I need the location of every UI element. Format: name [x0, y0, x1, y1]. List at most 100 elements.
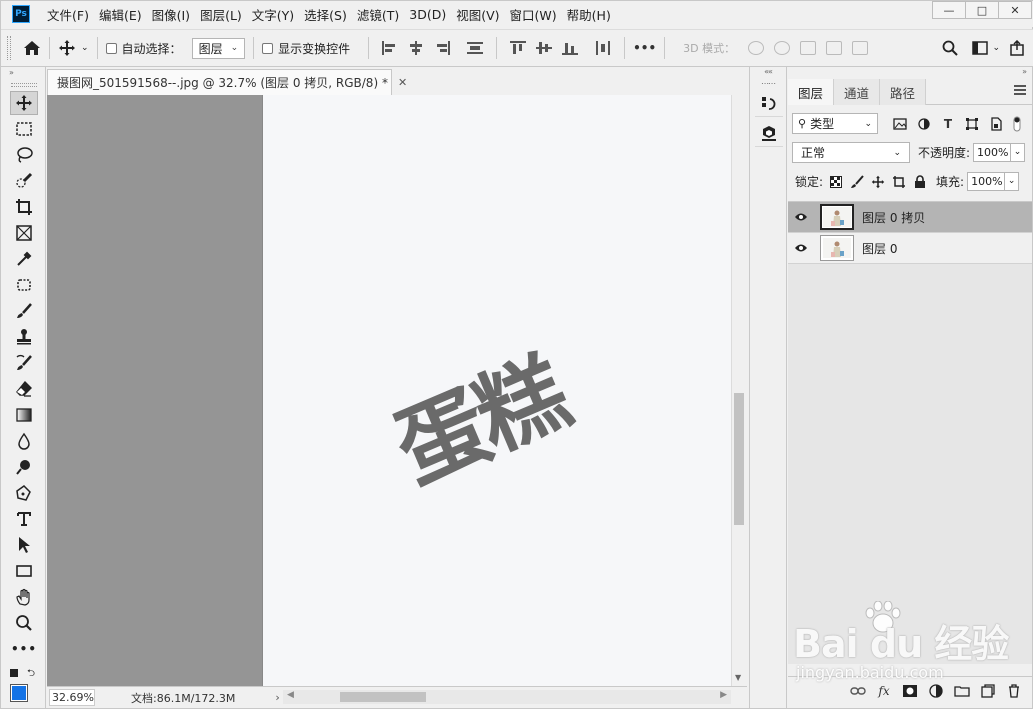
- menu-layer[interactable]: 图层(L): [195, 5, 247, 24]
- close-button[interactable]: ✕: [998, 1, 1032, 19]
- crop-tool[interactable]: [10, 195, 38, 219]
- layer-filter-dropdown[interactable]: ⚲ 类型 ⌄: [792, 113, 878, 134]
- marquee-tool[interactable]: [10, 117, 38, 141]
- layer-thumbnail[interactable]: [820, 235, 854, 261]
- mask-icon[interactable]: [902, 683, 918, 699]
- type-tool[interactable]: [10, 507, 38, 531]
- menu-view[interactable]: 视图(V): [451, 5, 504, 24]
- frame-tool[interactable]: [10, 221, 38, 245]
- toolbar-grip[interactable]: [11, 83, 37, 87]
- 3d-panel-icon[interactable]: [755, 121, 783, 147]
- menu-edit[interactable]: 编辑(E): [94, 5, 147, 24]
- toolbar-collapse-icon[interactable]: »: [1, 67, 45, 81]
- minimize-button[interactable]: —: [932, 1, 966, 19]
- zoom-level-field[interactable]: 32.69%: [49, 689, 95, 706]
- dock-collapse-icon[interactable]: ««: [750, 67, 786, 79]
- blend-mode-dropdown[interactable]: 正常 ⌄: [792, 142, 910, 163]
- horizontal-scrollbar[interactable]: ◀ ▶: [283, 690, 731, 704]
- default-colors-icon[interactable]: [10, 669, 18, 677]
- opacity-input[interactable]: 100%: [973, 143, 1012, 162]
- 3d-camera-icon[interactable]: [852, 41, 869, 55]
- menu-select[interactable]: 选择(S): [299, 5, 352, 24]
- scroll-left-icon[interactable]: ◀: [287, 690, 294, 700]
- align-right-icon[interactable]: [434, 41, 451, 55]
- distribute-icon[interactable]: [467, 41, 484, 55]
- show-transform-checkbox[interactable]: [262, 42, 274, 54]
- brush-tool[interactable]: [10, 299, 38, 323]
- menu-image[interactable]: 图像(I): [147, 5, 195, 24]
- fx-icon[interactable]: fx: [876, 683, 892, 699]
- align-bottom-icon[interactable]: [562, 41, 579, 55]
- layer-thumbnail[interactable]: [820, 204, 854, 230]
- menu-window[interactable]: 窗口(W): [505, 5, 562, 24]
- tab-channels[interactable]: 通道: [834, 79, 881, 105]
- lock-position-icon[interactable]: [870, 174, 886, 190]
- lock-transparent-icon[interactable]: [828, 174, 844, 190]
- menu-file[interactable]: 文件(F): [42, 5, 94, 24]
- dock-grip[interactable]: ⋯⋯: [750, 79, 786, 88]
- layer-row[interactable]: 图层 0 拷贝: [788, 202, 1032, 233]
- 3d-slide-icon[interactable]: [826, 41, 843, 55]
- panel-menu-icon[interactable]: [1014, 85, 1026, 95]
- quick-selection-tool[interactable]: [10, 169, 38, 193]
- search-icon[interactable]: [942, 40, 959, 56]
- gradient-tool[interactable]: [10, 403, 38, 427]
- pen-tool[interactable]: [10, 481, 38, 505]
- blur-tool[interactable]: [10, 429, 38, 453]
- canvas-text-layer[interactable]: 蛋糕: [381, 341, 580, 505]
- lock-artboard-icon[interactable]: [891, 174, 907, 190]
- folder-icon[interactable]: [954, 683, 970, 699]
- align-left-icon[interactable]: [382, 41, 398, 55]
- filter-toggle-icon[interactable]: [1012, 116, 1022, 131]
- fill-input[interactable]: 100%: [967, 172, 1006, 191]
- align-vcenter-icon[interactable]: [536, 41, 553, 55]
- maximize-button[interactable]: □: [965, 1, 999, 19]
- panel-collapse-icon[interactable]: »: [788, 67, 1032, 79]
- menu-filter[interactable]: 滤镜(T): [352, 5, 404, 24]
- menu-type[interactable]: 文字(Y): [247, 5, 299, 24]
- trash-icon[interactable]: [1006, 683, 1022, 699]
- home-icon[interactable]: [23, 40, 41, 56]
- history-brush-tool[interactable]: [10, 351, 38, 375]
- menu-3d[interactable]: 3D(D): [404, 7, 451, 22]
- path-selection-tool[interactable]: [10, 533, 38, 557]
- align-top-icon[interactable]: [510, 41, 527, 55]
- scroll-down-icon[interactable]: ▼: [735, 673, 741, 682]
- visibility-eye-icon[interactable]: [788, 212, 814, 222]
- eyedropper-tool[interactable]: [10, 247, 38, 271]
- foreground-color-swatch[interactable]: [10, 684, 28, 702]
- share-icon[interactable]: [1010, 40, 1024, 56]
- vertical-scrollbar[interactable]: ▼: [731, 95, 745, 686]
- menu-help[interactable]: 帮助(H): [562, 5, 616, 24]
- history-panel-icon[interactable]: [755, 91, 783, 117]
- 3d-pan-icon[interactable]: [800, 41, 817, 55]
- clone-stamp-tool[interactable]: [10, 325, 38, 349]
- tab-layers[interactable]: 图层: [788, 79, 835, 105]
- adjustment-icon[interactable]: [928, 683, 944, 699]
- new-layer-icon[interactable]: [980, 683, 996, 699]
- move-tool[interactable]: [10, 91, 38, 115]
- align-hcenter-icon[interactable]: [408, 41, 424, 55]
- swap-colors-icon[interactable]: ⮌: [27, 669, 35, 679]
- layer-name[interactable]: 图层 0 拷贝: [862, 209, 925, 226]
- more-options-button[interactable]: •••: [633, 41, 656, 55]
- auto-select-checkbox[interactable]: [105, 42, 117, 54]
- healing-brush-tool[interactable]: [10, 273, 38, 297]
- filter-adjustment-icon[interactable]: [916, 117, 932, 131]
- link-icon[interactable]: [850, 683, 866, 699]
- rectangle-tool[interactable]: [10, 559, 38, 583]
- workspace-caret-icon[interactable]: ⌄: [992, 43, 1000, 53]
- distribute-h-icon[interactable]: [595, 41, 611, 55]
- scroll-right-icon[interactable]: ▶: [720, 690, 727, 700]
- 3d-orbit-icon[interactable]: [748, 41, 765, 55]
- close-tab-icon[interactable]: ✕: [398, 76, 407, 89]
- lock-pixels-icon[interactable]: [849, 174, 865, 190]
- move-tool-icon[interactable]: [58, 39, 76, 57]
- canvas-pasteboard[interactable]: 蛋糕: [47, 95, 731, 686]
- opacity-caret-icon[interactable]: ⌄: [1011, 143, 1026, 162]
- status-menu-arrow[interactable]: ›: [275, 691, 279, 704]
- canvas-image[interactable]: 蛋糕: [262, 95, 731, 686]
- auto-select-target-dropdown[interactable]: 图层 ⌄: [191, 37, 246, 59]
- workspace-icon[interactable]: [972, 41, 989, 55]
- tool-preset-caret-icon[interactable]: ⌄: [81, 43, 89, 53]
